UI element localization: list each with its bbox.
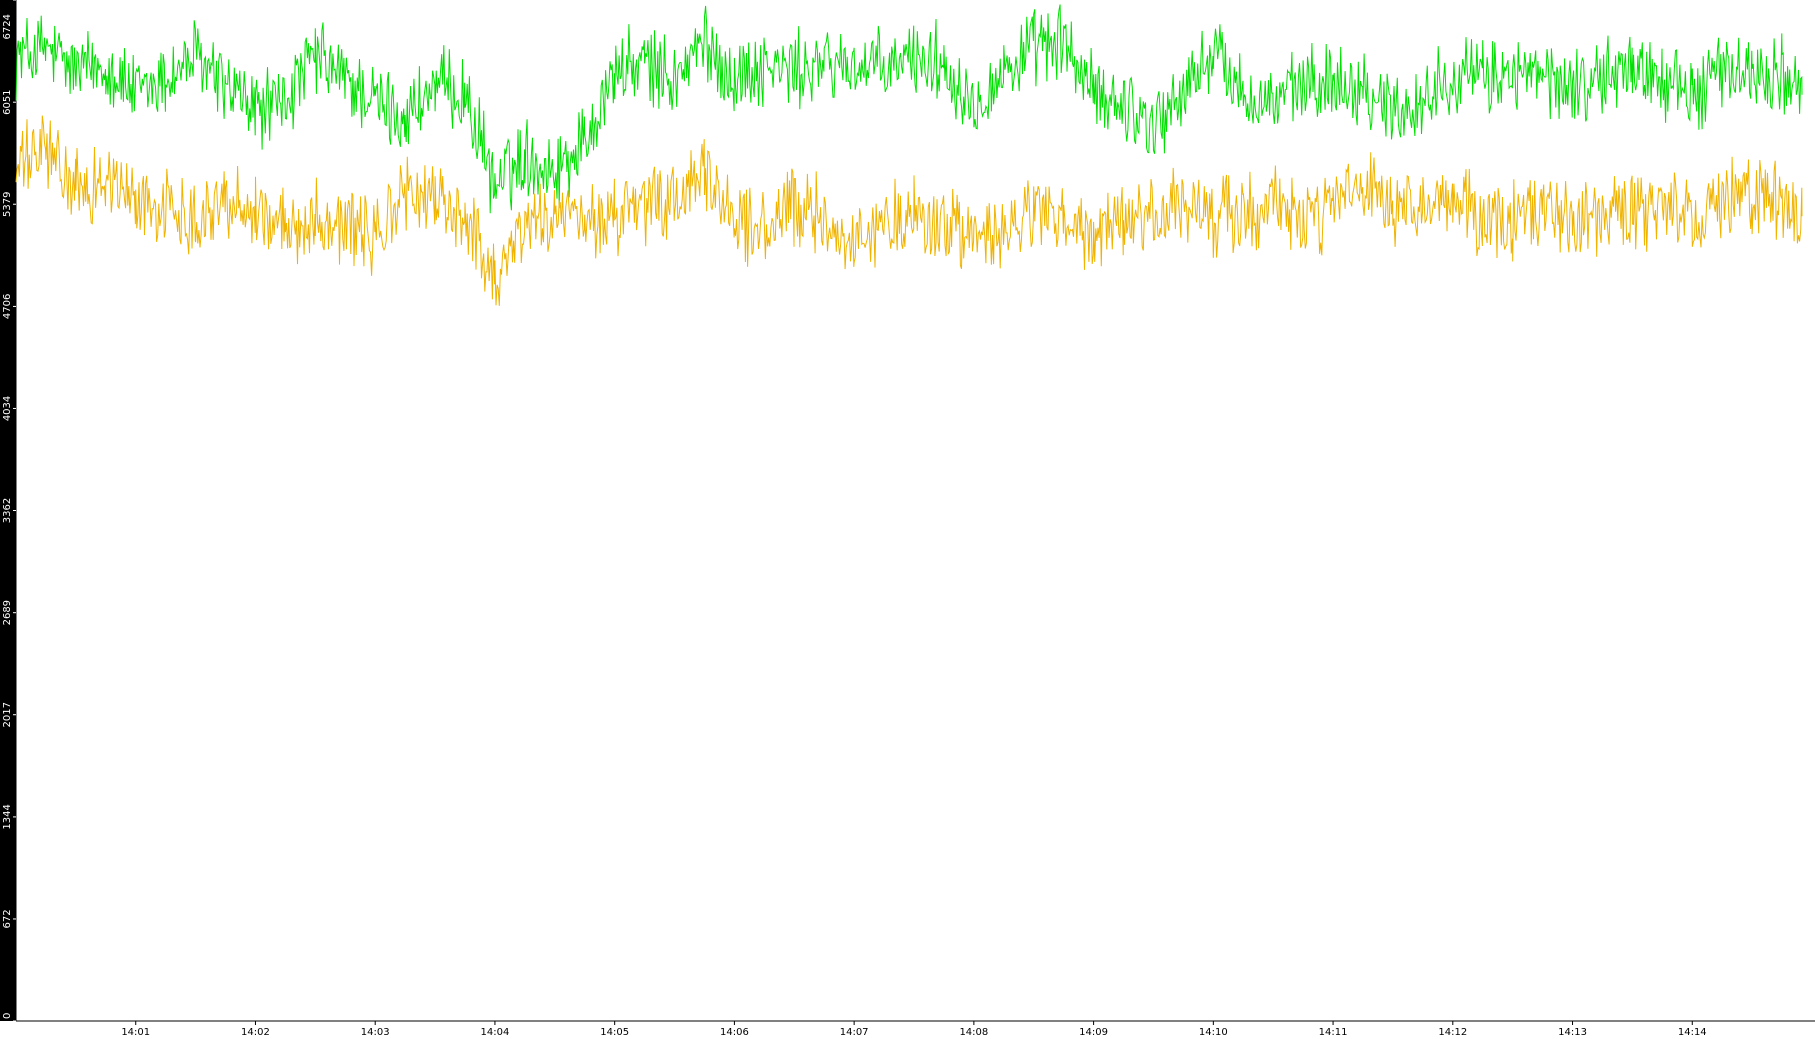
x-tick-label: 14:08: [959, 1027, 988, 1038]
y-tick-label: 4706: [2, 294, 13, 319]
x-tick-label: 14:11: [1319, 1027, 1348, 1038]
y-tick-label: 6051: [2, 89, 13, 114]
x-tick-label: 14:09: [1079, 1027, 1108, 1038]
x-tick-label: 14:10: [1199, 1027, 1228, 1038]
y-tick-label: 672: [2, 909, 13, 928]
x-tick-label: 14:12: [1438, 1027, 1467, 1038]
x-tick-label: 14:14: [1678, 1027, 1707, 1038]
y-tick-label: 5379: [2, 192, 13, 217]
y-tick-label: 6724: [2, 14, 13, 39]
x-tick-label: 14:05: [600, 1027, 629, 1038]
y-tick-label: 2689: [2, 600, 13, 625]
x-tick-label: 14:07: [840, 1027, 869, 1038]
x-tick-label: 14:13: [1558, 1027, 1587, 1038]
y-tick-label: 3362: [2, 498, 13, 523]
y-tick-label: 0: [2, 1013, 13, 1019]
chart: 0 672 1344 2017 2689 3362 4034 4706 5379 6051 6724…: [0, 0, 1815, 1039]
x-tick-label: 14:03: [361, 1027, 390, 1038]
plot-area: [16, 0, 1815, 1021]
x-tick-label: 14:04: [481, 1027, 510, 1038]
y-tick-label: 1344: [2, 804, 13, 829]
y-tick-label: 4034: [2, 396, 13, 421]
x-tick-label: 14:02: [241, 1027, 270, 1038]
x-axis-band: [0, 1021, 1815, 1039]
x-tick-label: 14:01: [121, 1027, 150, 1038]
y-tick-label: 2017: [2, 702, 13, 727]
x-tick-label: 14:06: [720, 1027, 749, 1038]
